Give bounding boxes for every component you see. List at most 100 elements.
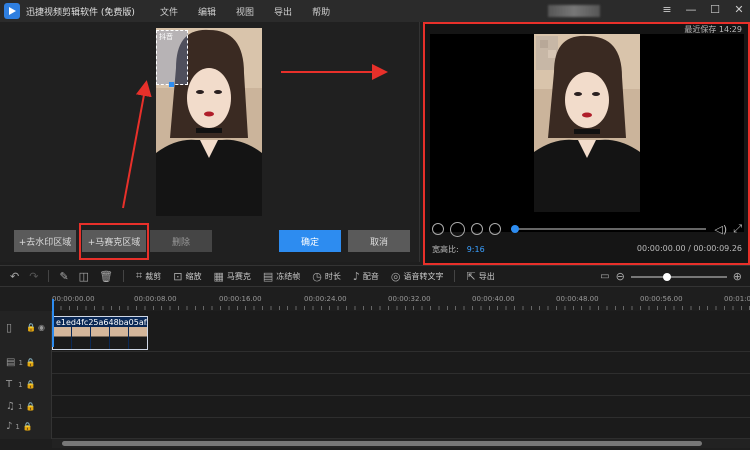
text-icon: T (6, 379, 13, 390)
scale-label: 缩放 (185, 271, 202, 281)
speech-to-text-label: 语音转文字 (403, 271, 444, 281)
minimize-icon[interactable]: — (684, 3, 698, 17)
export-label: 导出 (478, 271, 495, 281)
tick-label: 00:00:08.00 (134, 295, 177, 303)
music-icon: ♫ (6, 401, 15, 412)
lock-icon[interactable]: 🔒 (23, 422, 33, 431)
video-track-head: ▯ 🔒 ◉ (0, 321, 52, 334)
tick-label: 00:00:48.00 (556, 295, 599, 303)
undo-icon[interactable]: ↶ (10, 270, 19, 283)
tick-label: 00:01:04 (724, 295, 750, 303)
track-count: 1 (18, 380, 23, 389)
speech-icon: ◎ (390, 269, 401, 283)
ruler-ticks (52, 306, 750, 310)
music-track-head: ♫ 1 🔒 (0, 401, 52, 412)
title-bar: 迅捷视频剪辑软件 (免费版) 文件 编辑 视图 导出 帮助 ≡ — ☐ ✕ (0, 0, 750, 22)
edit-toolbar: ↶ ↷ ✎ ◫ 🗑 ⌗ 裁剪 ⊡ 缩放 ▦ 马赛克 ▤ 冻结帧 ◷ 时长 ♪ 配音 ◎ 语音转… (0, 265, 750, 287)
mosaic-tool[interactable]: ▦ 马赛克 (213, 270, 250, 283)
video-track[interactable] (52, 311, 750, 352)
lock-icon[interactable]: 🔒 (26, 380, 36, 389)
app-title: 迅捷视频剪辑软件 (免费版) (26, 7, 135, 18)
douyin-watermark: 抖音 (159, 33, 173, 41)
zoom-slider[interactable] (630, 272, 727, 281)
eye-icon[interactable]: ◉ (38, 323, 45, 332)
playhead[interactable] (52, 299, 54, 347)
tick-label: 00:00:40.00 (472, 295, 515, 303)
mosaic-highlight-box (79, 223, 149, 260)
video-clip[interactable]: e1ed4fc25a648ba05af... (52, 316, 148, 350)
freeze-icon: ▤ (262, 269, 274, 283)
resize-handle[interactable] (169, 82, 174, 87)
crop-tool[interactable]: ⌗ 裁剪 (136, 269, 161, 283)
menu-list-icon[interactable]: ≡ (660, 3, 674, 17)
lock-icon[interactable]: 🔒 (26, 323, 36, 332)
menu-file[interactable]: 文件 (160, 5, 178, 18)
clip-thumbnails (53, 327, 147, 349)
film-icon: ▤ (6, 357, 16, 368)
microphone-icon: ♪ (352, 269, 360, 283)
track-count: 1 (17, 402, 23, 411)
confirm-button[interactable]: 确定 (279, 230, 341, 252)
zoom-out-icon[interactable]: ⊖ (616, 270, 625, 283)
text-track-head: T 1 🔒 (0, 379, 52, 390)
timeline-scrollbar[interactable] (52, 439, 750, 448)
menu-view[interactable]: 视图 (236, 5, 254, 18)
redo-icon[interactable]: ↷ (29, 270, 38, 283)
video-track-icon: ▯ (6, 321, 13, 334)
maximize-icon[interactable]: ☐ (708, 3, 722, 17)
delete-icon[interactable]: 🗑 (99, 270, 113, 283)
scale-icon: ⊡ (173, 269, 183, 283)
lock-icon[interactable]: 🔒 (26, 358, 36, 367)
menu-edit[interactable]: 编辑 (198, 5, 216, 18)
music-track[interactable] (52, 396, 750, 418)
mosaic-label: 马赛克 (226, 271, 251, 281)
track-count: 1 (18, 358, 23, 367)
export-tool[interactable]: ⇱ 导出 (467, 270, 495, 283)
clock-icon: ◷ (312, 269, 322, 283)
scale-tool[interactable]: ⊡ 缩放 (173, 270, 201, 283)
crop-icon: ⌗ (136, 269, 143, 282)
edit-icon[interactable]: ✎ (59, 270, 68, 283)
track-headers: ▯ 🔒 ◉ ▤ 1 🔒 T 1 🔒 ♫ 1 🔒 ♪ 1 🔒 (0, 311, 52, 439)
microphone-icon: ♪ (6, 421, 13, 432)
mosaic-selection-box[interactable]: 抖音 (156, 30, 188, 87)
freeze-frame-tool[interactable]: ▤ 冻结帧 (263, 270, 300, 283)
mosaic-icon: ▦ (213, 269, 224, 283)
scrollbar-thumb[interactable] (62, 441, 702, 446)
add-watermark-area-button[interactable]: +去水印区域 (14, 230, 76, 252)
timeline-ruler[interactable]: 00:00:00.00 00:00:08.00 00:00:16.00 00:0… (52, 295, 750, 311)
tick-label: 00:00:56.00 (640, 295, 683, 303)
preview-highlight-box (423, 22, 750, 265)
zoom-knob[interactable] (663, 272, 672, 281)
speech-to-text-tool[interactable]: ◎ 语音转文字 (391, 270, 444, 283)
tick-label: 00:00:32.00 (388, 295, 431, 303)
dub-tool[interactable]: ♪ 配音 (353, 270, 379, 283)
freeze-label: 冻结帧 (276, 271, 301, 281)
zoom-in-icon[interactable]: ⊕ (733, 270, 742, 283)
track-count: 1 (15, 422, 20, 431)
app-window: 迅捷视频剪辑软件 (免费版) 文件 编辑 视图 导出 帮助 ≡ — ☐ ✕ 抖音… (0, 0, 750, 450)
close-icon[interactable]: ✕ (732, 3, 746, 17)
overlay-track-head: ▤ 1 🔒 (0, 357, 52, 368)
editor-canvas: 抖音 (0, 22, 420, 262)
tick-label: 00:00:24.00 (304, 295, 347, 303)
dub-label: 配音 (362, 271, 379, 281)
duration-tool[interactable]: ◷ 时长 (312, 270, 341, 283)
lock-icon[interactable]: 🔒 (25, 402, 35, 411)
export-icon: ⇱ (466, 269, 476, 283)
cancel-button[interactable]: 取消 (348, 230, 410, 252)
tick-label: 00:00:00.00 (52, 295, 95, 303)
delete-button[interactable]: 删除 (150, 230, 212, 252)
duration-label: 时长 (324, 271, 341, 281)
voice-track[interactable] (52, 418, 750, 439)
split-icon[interactable]: ◫ (79, 270, 89, 283)
voice-track-head: ♪ 1 🔒 (0, 421, 52, 432)
menu-export[interactable]: 导出 (274, 5, 292, 18)
fit-icon[interactable]: ▭ (600, 271, 609, 282)
tick-label: 00:00:16.00 (219, 295, 262, 303)
overlay-track[interactable] (52, 352, 750, 374)
crop-label: 裁剪 (145, 271, 162, 281)
zoom-control: ▭ ⊖ ⊕ (600, 270, 742, 283)
menu-help[interactable]: 帮助 (312, 5, 330, 18)
text-track[interactable] (52, 374, 750, 396)
